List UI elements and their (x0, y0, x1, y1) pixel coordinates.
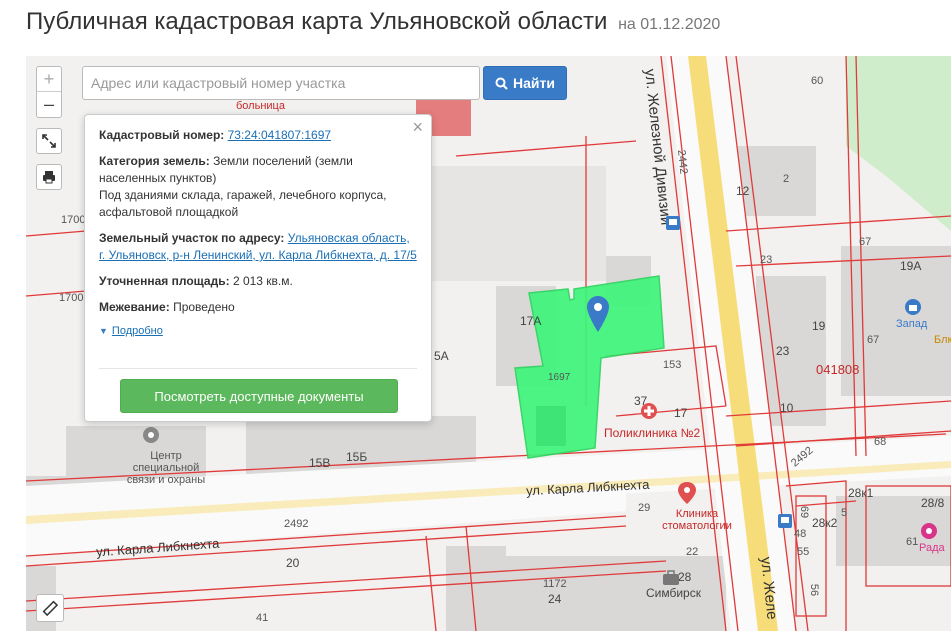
fullscreen-button[interactable] (36, 128, 62, 154)
parcel-number: 67 (859, 236, 872, 248)
comms-center-icon[interactable] (142, 426, 160, 444)
parcel-number: 60 (811, 75, 824, 87)
survey-label: Межевание: (99, 300, 170, 314)
building-number: 28/8 (921, 496, 945, 510)
address-label: Земельный участок по адресу: (99, 231, 285, 245)
building-number: 17А (520, 314, 542, 328)
usage-value: Под зданиями склада, гаражей, лечебного … (99, 188, 387, 219)
cadastral-number-link[interactable]: 73:24:041807:1697 (228, 128, 331, 142)
parcel-number: 69 (798, 505, 811, 519)
survey-value: Проведено (173, 300, 235, 314)
parcel-number: 2442 (674, 149, 690, 175)
poi-comms-center[interactable]: Центр специальной связи и охраны (126, 450, 206, 486)
parcel-number: 67 (867, 334, 880, 346)
building-number: 10 (780, 401, 794, 415)
category-label: Категория земель: (99, 154, 210, 168)
building-number: 23 (776, 344, 790, 358)
details-link[interactable]: Подробно (112, 323, 163, 340)
search-input[interactable] (82, 66, 480, 100)
building-number: 15В (309, 456, 331, 470)
building-number: 15Б (346, 450, 368, 464)
parcel-number: 22 (686, 546, 699, 558)
title-date: на 01.12.2020 (618, 16, 721, 33)
building-number: 24 (548, 592, 562, 606)
building-number: 20 (286, 556, 300, 570)
building-number: 19 (812, 319, 826, 333)
map-canvas[interactable]: больница 1700 1700 17А 5А 1697 15В 15Б 1… (26, 56, 951, 631)
poi-zapad[interactable]: Запад (896, 318, 927, 330)
parcel-label: 1700 (61, 214, 86, 226)
building (421, 166, 606, 281)
parcel-number: 29 (638, 502, 651, 514)
poi-rada[interactable]: Рада (919, 542, 945, 554)
building (446, 546, 506, 631)
shop-icon[interactable] (904, 298, 922, 316)
parcel-number: 153 (663, 359, 682, 371)
magnifier-icon (495, 77, 508, 90)
parcel-number: 61 (906, 536, 919, 548)
zoom-in-button[interactable]: + (37, 67, 61, 92)
location-pin-icon[interactable] (587, 296, 609, 332)
parcel-info-popup: × Кадастровый номер: 73:24:041807:1697 К… (84, 114, 432, 422)
view-documents-button[interactable]: Посмотреть доступные документы (120, 379, 398, 413)
area-label: Уточненная площадь: (99, 274, 230, 288)
building-number: 28 (678, 570, 692, 584)
parcel-number: 55 (797, 546, 810, 558)
zoom-controls: + – (36, 66, 62, 118)
triangle-down-icon: ▼ (99, 326, 108, 336)
parcel-number: 1697 (548, 372, 571, 383)
polyclinic-icon[interactable] (640, 402, 658, 420)
building-number: 2 (783, 173, 790, 185)
bag-icon[interactable] (662, 570, 680, 586)
parcel-label: 1700 (59, 292, 84, 304)
area-value: 2 013 кв.м. (232, 274, 293, 288)
bus-stop-icon[interactable] (666, 216, 680, 230)
cadastral-label: Кадастровый номер: (99, 128, 225, 142)
building-number: 19А (900, 259, 922, 273)
close-icon[interactable]: × (412, 118, 423, 136)
page-title: Публичная кадастровая карта Ульяновской … (26, 8, 720, 36)
bus-stop-icon[interactable] (778, 514, 792, 528)
poi-blk[interactable]: Блк (934, 334, 951, 346)
parcel-number: 23 (760, 254, 773, 266)
pharmacy-icon[interactable] (920, 522, 938, 540)
details-toggle[interactable]: ▼ Подробно (99, 323, 417, 340)
poi-polyclinic[interactable]: Поликлиника №2 (604, 426, 700, 440)
ruler-button[interactable] (36, 594, 64, 622)
building-number: 12 (736, 184, 750, 198)
building-number: 28к1 (848, 486, 874, 500)
parcel-number: 5 (841, 507, 848, 519)
zoom-out-button[interactable]: – (37, 92, 61, 117)
poi-hospital[interactable]: больница (236, 100, 285, 112)
poi-dental-clinic[interactable]: Клиника стоматологии (662, 508, 732, 532)
search-button[interactable]: Найти (483, 66, 567, 100)
building-number: 17 (674, 406, 688, 420)
ruler-icon (42, 600, 58, 616)
parcel-number: 48 (794, 528, 807, 540)
title-text: Публичная кадастровая карта Ульяновской … (26, 8, 608, 35)
parcel-number: 2492 (284, 518, 309, 530)
print-button[interactable] (36, 164, 62, 190)
parcel-number: 1172 (543, 578, 567, 590)
parcel-number: 41 (256, 612, 269, 624)
parcel-number: 56 (808, 583, 821, 597)
building-number: 28к2 (812, 516, 838, 530)
parcel-number: 68 (874, 436, 887, 448)
quarter-number: 041808 (816, 362, 860, 377)
building-number: 5А (434, 349, 449, 363)
printer-icon (43, 171, 55, 184)
expand-icon (42, 134, 56, 148)
dental-clinic-icon[interactable] (678, 482, 696, 504)
divider (99, 368, 417, 369)
poi-simbirsk[interactable]: Симбирск (646, 586, 701, 600)
search-button-label: Найти (513, 75, 555, 91)
